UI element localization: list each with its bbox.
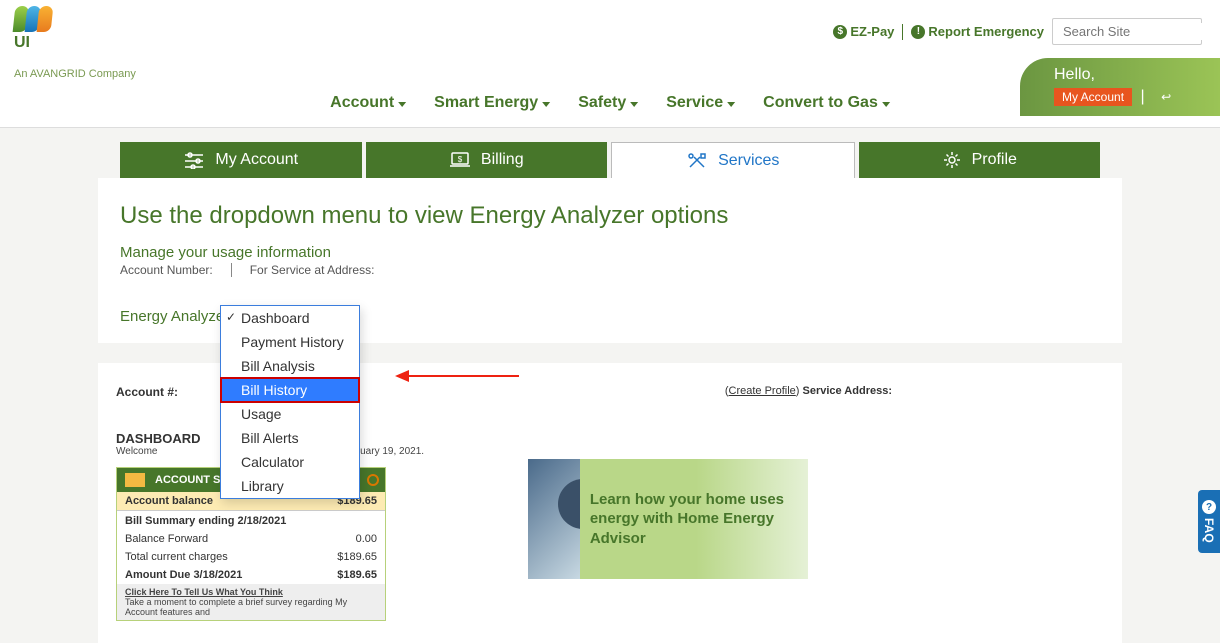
brand-logo[interactable]: UI An AVANGRID Company xyxy=(14,6,136,80)
dropdown-item-bill-alerts[interactable]: Bill Alerts xyxy=(221,426,359,450)
tab-my-account[interactable]: My Account xyxy=(120,142,362,178)
flame-icon xyxy=(14,6,136,32)
brand-tagline: An AVANGRID Company xyxy=(14,68,136,80)
report-emergency-link[interactable]: ! Report Emergency xyxy=(911,24,1044,39)
summary-forward-row: Balance Forward 0.00 xyxy=(117,530,385,548)
utility-links: $ EZ-Pay ! Report Emergency xyxy=(833,18,1202,45)
chevron-down-icon xyxy=(542,102,550,107)
tab-profile[interactable]: Profile xyxy=(859,142,1101,178)
separator xyxy=(231,263,232,277)
chevron-down-icon xyxy=(630,102,638,107)
dropdown-item-dashboard[interactable]: Dashboard xyxy=(221,306,359,330)
search-input[interactable] xyxy=(1061,23,1220,40)
tab-label: Services xyxy=(718,152,779,170)
energy-analyzer-select-wrap: Energy Analyzer DashboardPayment History… xyxy=(120,305,1100,325)
dropdown-item-payment-history[interactable]: Payment History xyxy=(221,330,359,354)
my-account-button[interactable]: My Account xyxy=(1054,88,1132,106)
tab-billing[interactable]: $ Billing xyxy=(366,142,608,178)
dropdown-label: Energy Analyzer xyxy=(120,305,229,325)
brand-code: UI xyxy=(14,34,136,52)
faq-side-tab[interactable]: ? FAQ xyxy=(1198,490,1220,553)
tab-label: My Account xyxy=(215,151,298,169)
dropdown-item-calculator[interactable]: Calculator xyxy=(221,450,359,474)
tools-icon xyxy=(686,151,708,171)
alert-icon: ! xyxy=(911,25,925,39)
summary-footer[interactable]: Click Here To Tell Us What You Think Tak… xyxy=(117,584,385,620)
dropdown-item-bill-history[interactable]: Bill History xyxy=(221,378,359,402)
arrow-line xyxy=(409,375,519,377)
site-header: UI An AVANGRID Company $ EZ-Pay ! Report… xyxy=(0,0,1220,128)
separator xyxy=(902,24,903,40)
summary-current-row: Total current charges $189.65 xyxy=(117,548,385,566)
sliders-icon xyxy=(183,151,205,169)
energy-analyzer-dropdown[interactable]: DashboardPayment HistoryBill AnalysisBil… xyxy=(220,305,360,499)
ezpay-link[interactable]: $ EZ-Pay xyxy=(833,24,894,39)
gear-icon xyxy=(942,150,962,170)
create-profile-link[interactable]: Create Profile xyxy=(729,385,796,397)
faq-label: FAQ xyxy=(1202,518,1216,543)
profile-create-row: (Create Profile) Service Address: xyxy=(725,385,892,397)
summary-due-row: Amount Due 3/18/2021 $189.65 xyxy=(117,566,385,584)
user-greeting-panel: Hello, My Account | ↩ xyxy=(1020,58,1220,116)
tab-services[interactable]: Services xyxy=(611,142,855,178)
tab-label: Profile xyxy=(972,151,1017,169)
dollar-icon: $ xyxy=(833,25,847,39)
page-title: Use the dropdown menu to view Energy Ana… xyxy=(120,202,1100,230)
chevron-down-icon xyxy=(398,102,406,107)
promo-text: Learn how your home uses energy with Hom… xyxy=(580,490,808,549)
nav-smart-energy[interactable]: Smart Energy xyxy=(434,94,550,112)
home-energy-advisor-promo[interactable]: Learn how your home uses energy with Hom… xyxy=(528,459,808,579)
warning-icon xyxy=(367,474,379,486)
welcome-text: Welcome xyxy=(116,446,158,457)
report-label: Report Emergency xyxy=(928,24,1044,39)
greeting-text: Hello, xyxy=(1054,66,1202,84)
separator: | xyxy=(1140,88,1144,105)
annotation-arrow xyxy=(395,370,519,382)
summary-ending-row: Bill Summary ending 2/18/2021 xyxy=(117,510,385,530)
svg-text:$: $ xyxy=(458,155,463,164)
dropdown-item-library[interactable]: Library xyxy=(221,474,359,498)
laptop-dollar-icon: $ xyxy=(449,151,471,169)
page-subtitle: Manage your usage information xyxy=(120,244,1100,261)
account-meta: Account Number: For Service at Address: xyxy=(120,263,1100,277)
nav-safety[interactable]: Safety xyxy=(578,94,638,112)
main-panel: Use the dropdown menu to view Energy Ana… xyxy=(98,178,1122,343)
tab-label: Billing xyxy=(481,151,524,169)
promo-image xyxy=(528,459,580,579)
sign-out-icon[interactable]: ↩ xyxy=(1161,90,1171,104)
primary-nav: Account Smart Energy Safety Service Conv… xyxy=(330,94,890,112)
ezpay-label: EZ-Pay xyxy=(850,24,894,39)
dropdown-item-usage[interactable]: Usage xyxy=(221,402,359,426)
nav-account[interactable]: Account xyxy=(330,94,406,112)
chevron-down-icon xyxy=(727,102,735,107)
nav-service[interactable]: Service xyxy=(666,94,735,112)
question-icon: ? xyxy=(1202,500,1216,514)
account-tabs: My Account $ Billing Services Profile xyxy=(120,142,1100,178)
service-address-label: Service Address: xyxy=(803,385,892,397)
chevron-down-icon xyxy=(882,102,890,107)
nav-convert-to-gas[interactable]: Convert to Gas xyxy=(763,94,890,112)
arrow-head-icon xyxy=(395,370,409,382)
dropdown-item-bill-analysis[interactable]: Bill Analysis xyxy=(221,354,359,378)
site-search[interactable] xyxy=(1052,18,1202,45)
account-number-label: Account Number: xyxy=(120,263,213,277)
service-address-label: For Service at Address: xyxy=(250,263,375,277)
